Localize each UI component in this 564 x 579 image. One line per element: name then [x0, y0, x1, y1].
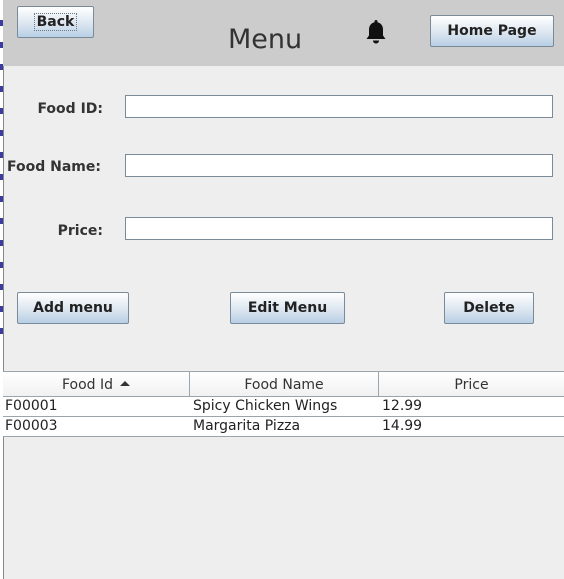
food-name-input[interactable]: [125, 154, 553, 177]
column-header-label: Food Name: [244, 377, 324, 393]
menu-table: Food Id Food Name Price F00001 Spicy Chi…: [3, 371, 564, 437]
page-title: Menu: [228, 24, 303, 55]
food-id-input[interactable]: [125, 95, 553, 118]
home-page-button[interactable]: Home Page: [430, 15, 554, 47]
table-row[interactable]: F00001 Spicy Chicken Wings 12.99: [3, 397, 564, 417]
cell-price: 12.99: [382, 398, 423, 414]
column-header-food-name[interactable]: Food Name: [190, 372, 379, 396]
left-window-edge: [0, 0, 4, 579]
column-header-label: Price: [454, 377, 489, 393]
cell-food-name: Margarita Pizza: [193, 418, 301, 434]
add-menu-button[interactable]: Add menu: [17, 292, 129, 324]
food-name-label: Food Name:: [7, 159, 101, 175]
cell-food-id: F00001: [5, 398, 58, 414]
column-header-label: Food Id: [61, 377, 114, 393]
price-label: Price:: [57, 223, 103, 239]
menu-window: Back Menu Home Page Food ID: Food Name: …: [0, 0, 564, 579]
cell-food-name: Spicy Chicken Wings: [193, 398, 338, 414]
cell-price: 14.99: [382, 418, 423, 434]
bell-icon[interactable]: [364, 18, 388, 46]
cell-food-id: F00003: [5, 418, 58, 434]
sort-ascending-icon: [120, 381, 131, 386]
food-id-label: Food ID:: [37, 101, 103, 117]
back-button-label: Back: [33, 13, 78, 31]
table-row[interactable]: F00003 Margarita Pizza 14.99: [3, 417, 564, 437]
column-header-price[interactable]: Price: [379, 372, 564, 396]
table-header: Food Id Food Name Price: [3, 371, 564, 397]
back-button[interactable]: Back: [17, 6, 94, 38]
column-header-food-id[interactable]: Food Id: [3, 372, 190, 396]
delete-button[interactable]: Delete: [444, 292, 534, 324]
edit-menu-button[interactable]: Edit Menu: [230, 292, 345, 324]
price-input[interactable]: [125, 217, 553, 240]
